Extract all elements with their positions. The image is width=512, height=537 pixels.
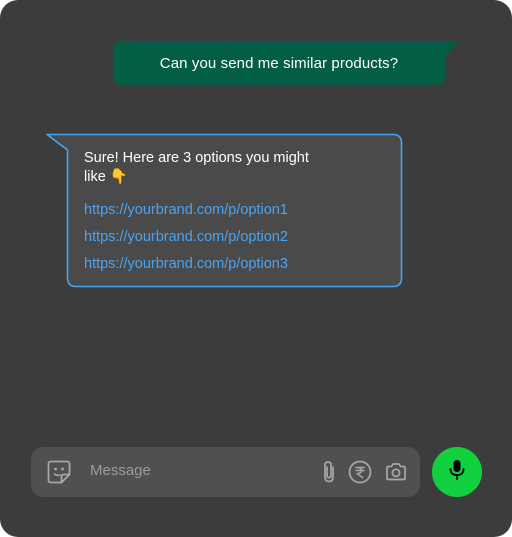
message-composer: Message: [31, 447, 420, 497]
incoming-message: Sure! Here are 3 options you might like 👇…: [45, 133, 403, 288]
microphone-button[interactable]: [432, 447, 482, 497]
sticker-icon[interactable]: [46, 459, 72, 485]
rupee-icon[interactable]: [348, 460, 372, 484]
incoming-message-text: Sure! Here are 3 options you might like 👇: [84, 150, 309, 185]
outgoing-message: Can you send me similar products?: [113, 41, 460, 85]
product-link-option3[interactable]: https://yourbrand.com/p/option3: [84, 255, 364, 274]
product-link-option1[interactable]: https://yourbrand.com/p/option1: [84, 201, 364, 220]
outgoing-bubble-tail: [444, 41, 460, 57]
product-link-option2[interactable]: https://yourbrand.com/p/option2: [84, 228, 364, 247]
camera-icon[interactable]: [384, 460, 408, 484]
paperclip-icon[interactable]: [319, 459, 339, 485]
message-input-placeholder[interactable]: Message: [90, 462, 151, 479]
chat-window: Can you send me similar products? Sure! …: [0, 0, 512, 537]
microphone-icon: [446, 458, 468, 487]
outgoing-message-text: Can you send me similar products?: [113, 41, 445, 85]
